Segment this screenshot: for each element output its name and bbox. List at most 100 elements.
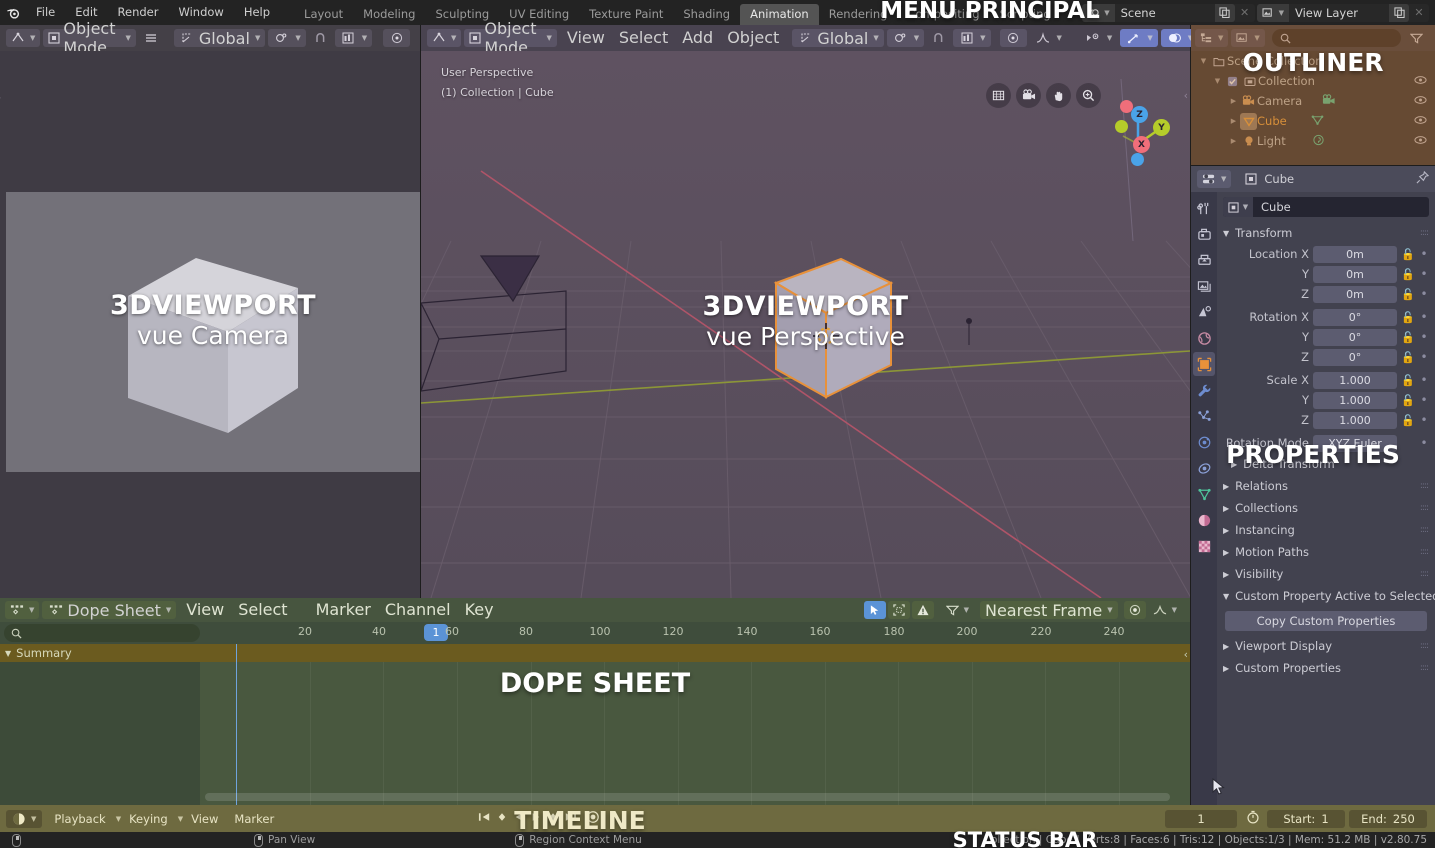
- prop-row-scale-z[interactable]: Z 1.000 🔓 •: [1217, 410, 1435, 430]
- prop-row-rotation-y[interactable]: Y 0° 🔓 •: [1217, 327, 1435, 347]
- prop-value[interactable]: 0°: [1313, 328, 1397, 346]
- snap-target-dropdown[interactable]: ▼: [953, 29, 991, 47]
- animate-dot-icon[interactable]: •: [1419, 436, 1429, 450]
- stopwatch-preview-range-icon[interactable]: [1241, 810, 1265, 827]
- drag-dots-icon[interactable]: ::::: [1420, 663, 1429, 673]
- prop-value[interactable]: XYZ Euler: [1313, 434, 1397, 452]
- scene-duplicate-icon[interactable]: [1214, 3, 1235, 22]
- animate-dot-icon[interactable]: •: [1419, 267, 1429, 281]
- play-reverse-icon[interactable]: [512, 811, 526, 826]
- unlocked-padlock-icon[interactable]: 🔓: [1401, 268, 1415, 281]
- animate-dot-icon[interactable]: •: [1419, 413, 1429, 427]
- editor-type-3dview-icon[interactable]: ▼: [6, 29, 41, 47]
- unlocked-padlock-icon[interactable]: 🔓: [1401, 351, 1415, 364]
- tab-scripting[interactable]: Scripting: [990, 4, 1061, 25]
- collection-checkbox[interactable]: [1224, 73, 1241, 90]
- add-menu[interactable]: Add: [675, 29, 720, 47]
- camera-view-icon[interactable]: [1016, 83, 1041, 108]
- tab-animation[interactable]: Animation: [740, 4, 819, 25]
- disclosure-triangle-icon[interactable]: ▼: [1223, 592, 1229, 601]
- scene-name[interactable]: Scene: [1115, 6, 1215, 20]
- panel-visibility[interactable]: ▶ Visibility ::::: [1217, 563, 1435, 585]
- jump-to-end-icon[interactable]: [563, 811, 577, 826]
- prop-row-rotation-mode[interactable]: Rotation Mode XYZ Euler •: [1217, 433, 1435, 453]
- copy-custom-properties-button[interactable]: Copy Custom Properties: [1225, 611, 1427, 631]
- prop-row-scale-x[interactable]: Scale X 1.000 🔓 •: [1217, 370, 1435, 390]
- axis-neg-x-ball[interactable]: [1120, 100, 1133, 113]
- properties-tab-tool[interactable]: [1193, 196, 1215, 220]
- animate-dot-icon[interactable]: •: [1419, 393, 1429, 407]
- unlocked-padlock-icon[interactable]: 🔓: [1401, 394, 1415, 407]
- dopesheet-marker-menu-2[interactable]: Marker: [309, 601, 378, 619]
- dopesheet-search-input[interactable]: [4, 624, 200, 642]
- tab-compositing[interactable]: Compositing: [897, 4, 989, 25]
- dopesheet-key-menu[interactable]: Key: [458, 601, 501, 619]
- tab-rendering[interactable]: Rendering: [819, 4, 898, 25]
- prop-value[interactable]: 1.000: [1313, 391, 1397, 409]
- dopesheet-marker-menu[interactable]: [295, 601, 309, 619]
- disclosure-triangle-icon[interactable]: ▶: [1227, 117, 1240, 125]
- playback-popover-icon[interactable]: ▼: [6, 809, 43, 828]
- menu-window[interactable]: Window: [168, 0, 233, 25]
- prop-value[interactable]: 0m: [1313, 245, 1397, 263]
- navigation-gizmo[interactable]: Z Y X: [1093, 96, 1173, 171]
- dopesheet-keyframe-area[interactable]: [200, 644, 1190, 805]
- dopesheet-sidebar-arrow-icon[interactable]: ‹: [1184, 648, 1188, 661]
- animate-dot-icon[interactable]: •: [1419, 287, 1429, 301]
- drag-dots-icon[interactable]: ::::: [1420, 525, 1429, 535]
- snap-magnet-icon[interactable]: [927, 29, 950, 47]
- eye-visibility-icon[interactable]: [1414, 74, 1427, 88]
- view-layer-selector[interactable]: ▼ View Layer ✕: [1256, 3, 1429, 22]
- properties-tab-view-layer[interactable]: [1193, 274, 1215, 298]
- disclosure-triangle-icon[interactable]: ▼: [5, 649, 11, 658]
- properties-tab-render[interactable]: [1193, 222, 1215, 246]
- prop-row-location-z[interactable]: Z 0m 🔓 •: [1217, 284, 1435, 304]
- prev-keyframe-icon[interactable]: [495, 811, 509, 826]
- animate-dot-icon[interactable]: •: [1419, 310, 1429, 324]
- timeline-marker-menu[interactable]: Marker: [226, 810, 282, 828]
- timeline-view-menu[interactable]: View: [183, 810, 226, 828]
- axis-z-ball[interactable]: Z: [1131, 106, 1148, 123]
- end-frame-field[interactable]: End: 250: [1349, 809, 1427, 828]
- snap-magnet-icon[interactable]: [309, 29, 332, 47]
- light-data-icon[interactable]: [1312, 134, 1325, 149]
- outliner-search-input[interactable]: [1271, 29, 1401, 47]
- proportional-falloff-dropdown[interactable]: ▼: [1030, 29, 1067, 47]
- view-layer-icon[interactable]: ▼: [1256, 3, 1289, 22]
- dopesheet-select-menu[interactable]: Select: [231, 601, 294, 619]
- outliner-row-collection[interactable]: ▼ Collection: [1191, 71, 1435, 91]
- scene-close-icon[interactable]: ✕: [1235, 4, 1255, 22]
- snap-key-icon[interactable]: [1123, 601, 1146, 619]
- start-frame-field[interactable]: Start: 1: [1267, 809, 1345, 828]
- view-layer-close-icon[interactable]: ✕: [1409, 4, 1429, 22]
- dopesheet-playhead[interactable]: [236, 644, 237, 805]
- outliner-row-light[interactable]: ▶ Light: [1191, 131, 1435, 151]
- auto-keying-record-icon[interactable]: [586, 810, 600, 827]
- drag-dots-icon[interactable]: ::::: [1420, 547, 1429, 557]
- panel-motion-paths[interactable]: ▶ Motion Paths ::::: [1217, 541, 1435, 563]
- channel-row-summary[interactable]: ▼ Summary: [0, 644, 200, 662]
- timeline-keying-menu[interactable]: Keying: [121, 810, 176, 828]
- panel-custom-property-active-to-selected[interactable]: ▼ Custom Property Active to Selected: [1217, 585, 1435, 607]
- disclosure-triangle-icon[interactable]: ▶: [1223, 570, 1229, 579]
- animate-dot-icon[interactable]: •: [1419, 247, 1429, 261]
- select-box-icon[interactable]: [887, 601, 910, 619]
- properties-tab-particles[interactable]: [1193, 404, 1215, 428]
- interpolation-curve-icon[interactable]: ▼: [1148, 601, 1182, 619]
- view-menu[interactable]: View: [560, 29, 612, 47]
- timeline-playback-menu[interactable]: Playback: [46, 810, 113, 828]
- proportional-edit-toggle[interactable]: [999, 29, 1027, 47]
- proportional-edit-toggle[interactable]: [383, 29, 411, 47]
- play-icon[interactable]: [529, 811, 543, 826]
- camera-viewport[interactable]: 3DVIEWPORT vue Camera ›: [0, 51, 420, 598]
- outliner-row-cube[interactable]: ▶ Cube: [1191, 111, 1435, 131]
- view-layer-duplicate-icon[interactable]: [1389, 3, 1409, 22]
- unlocked-padlock-icon[interactable]: 🔓: [1401, 248, 1415, 261]
- prop-row-rotation-z[interactable]: Z 0° 🔓 •: [1217, 347, 1435, 367]
- properties-tab-data[interactable]: [1193, 482, 1215, 506]
- unlocked-padlock-icon[interactable]: 🔓: [1401, 311, 1415, 324]
- outliner-row-scene-collection[interactable]: ▼ Scene Collection: [1191, 51, 1435, 71]
- toolbar-expand-arrow-icon[interactable]: ›: [0, 91, 1, 104]
- prop-value[interactable]: 0m: [1313, 265, 1397, 283]
- properties-tab-material[interactable]: [1193, 508, 1215, 532]
